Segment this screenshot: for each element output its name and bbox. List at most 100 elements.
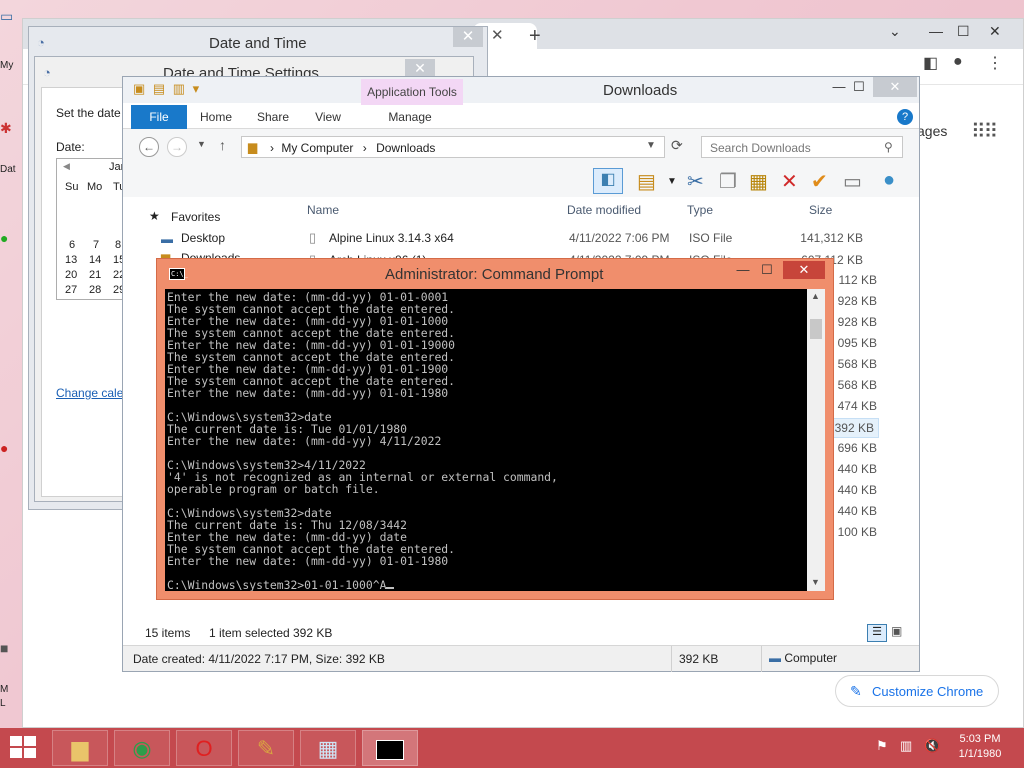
network-icon[interactable]: ▥: [900, 738, 912, 754]
scroll-thumb[interactable]: [810, 319, 822, 339]
application-tools-tab[interactable]: Application Tools: [361, 79, 463, 105]
change-calendar-settings-link[interactable]: Change cale: [56, 386, 123, 400]
tab-manage[interactable]: Manage: [383, 105, 437, 129]
profile-icon[interactable]: ●: [953, 53, 963, 71]
chevron-down-icon[interactable]: ▼: [667, 176, 677, 187]
file-details: Date created: 4/11/2022 7:17 PM, Size: 3…: [133, 652, 385, 666]
details-view-icon[interactable]: ☰: [867, 624, 887, 642]
breadcrumb-my-computer[interactable]: My Computer: [281, 141, 353, 155]
set-date-label: Set the date: [56, 106, 121, 120]
calendar-day[interactable]: 27: [65, 284, 77, 296]
computer-icon[interactable]: ▭: [0, 8, 22, 25]
menu-dots-icon[interactable]: ⋮: [987, 53, 1003, 73]
quick-access-toolbar[interactable]: ▣ ▤ ▥ ▾: [133, 81, 201, 97]
column-name[interactable]: Name: [307, 203, 339, 217]
minimize-button[interactable]: —: [731, 261, 755, 279]
calendar[interactable]: ◀ Jan Su Mo Tu 6 7 8 13 14 15 20 21 22 2…: [56, 158, 130, 300]
calendar-day[interactable]: 4: [93, 298, 99, 299]
window-title: Date and Time: [209, 35, 307, 52]
calendar-day[interactable]: 8: [115, 239, 121, 251]
calendar-day[interactable]: 6: [69, 239, 75, 251]
tab-file[interactable]: File: [131, 105, 187, 129]
calendar-day[interactable]: 3: [69, 298, 75, 299]
maximize-button[interactable]: ☐: [845, 77, 873, 97]
maximize-icon[interactable]: ☐: [957, 23, 970, 40]
chevron-left-icon[interactable]: ◀: [63, 161, 70, 172]
console-text: Enter the new date: (mm-dd-yy) 01-01-000…: [165, 289, 807, 591]
calendar-day[interactable]: 28: [89, 284, 101, 296]
paste-icon[interactable]: ▦: [749, 169, 768, 194]
desktop-icon-strip: ▭ My ✱ Dat ● ● ■ M L: [0, 0, 22, 728]
preview-pane-icon[interactable]: ◧: [593, 168, 623, 194]
properties-icon[interactable]: ▤: [637, 169, 656, 194]
customize-chrome-button[interactable]: ✎ Customize Chrome: [835, 675, 999, 707]
delete-icon[interactable]: ✕: [781, 169, 798, 194]
sidebar-icon[interactable]: ◧: [923, 53, 938, 73]
globe-icon[interactable]: ●: [883, 169, 895, 192]
breadcrumb-downloads[interactable]: Downloads: [376, 141, 435, 155]
new-tab-button[interactable]: +: [529, 25, 541, 48]
opera-taskbar-icon[interactable]: O: [176, 730, 232, 766]
refresh-icon[interactable]: ⟳: [671, 137, 683, 154]
large-icons-view-icon[interactable]: ▣: [891, 624, 902, 638]
flag-icon[interactable]: ⚑: [876, 738, 888, 754]
desktop-app-icon[interactable]: ✱: [0, 120, 22, 137]
tab-share[interactable]: Share: [251, 105, 295, 129]
date-time-taskbar-icon[interactable]: ▦: [300, 730, 356, 766]
forward-button[interactable]: →: [167, 137, 187, 157]
calendar-day[interactable]: 5: [115, 298, 121, 299]
clock[interactable]: 5:03 PM 1/1/1980: [950, 732, 1010, 762]
up-arrow-icon[interactable]: ↑: [219, 137, 226, 153]
calendar-day[interactable]: 7: [93, 239, 99, 251]
calendar-day[interactable]: 21: [89, 269, 101, 281]
volume-muted-icon[interactable]: 🔇: [924, 738, 940, 754]
tab-close-icon[interactable]: ✕: [491, 26, 504, 44]
checkmark-icon[interactable]: ✔: [811, 169, 828, 194]
scroll-down-icon[interactable]: ▼: [811, 577, 820, 587]
desktop-app-icon[interactable]: ■: [0, 640, 22, 656]
command-prompt-taskbar-icon[interactable]: [362, 730, 418, 766]
apps-grid-icon[interactable]: ⠿⠿: [971, 119, 998, 144]
recent-locations-icon[interactable]: ▼: [197, 139, 206, 149]
console-output[interactable]: Enter the new date: (mm-dd-yy) 01-01-000…: [165, 289, 807, 591]
chevron-down-icon[interactable]: ⌄: [889, 23, 901, 40]
nav-favorites[interactable]: Favorites: [171, 210, 220, 224]
paint-taskbar-icon[interactable]: ✎: [238, 730, 294, 766]
maximize-button[interactable]: ☐: [755, 261, 779, 279]
column-type[interactable]: Type: [687, 203, 713, 217]
column-date-modified[interactable]: Date modified: [567, 203, 641, 217]
calendar-day[interactable]: 14: [89, 254, 101, 266]
calendar-day[interactable]: 13: [65, 254, 77, 266]
close-button[interactable]: ✕: [873, 77, 917, 97]
file-row[interactable]: ▯ Alpine Linux 3.14.3 x64 4/11/2022 7:06…: [309, 227, 881, 249]
close-button[interactable]: ✕: [405, 59, 435, 77]
tab-home[interactable]: Home: [195, 105, 237, 129]
start-button[interactable]: [10, 736, 38, 760]
close-icon[interactable]: ✕: [989, 23, 1001, 40]
selected-size: 392 KB: [293, 626, 333, 640]
desktop-app-icon[interactable]: ●: [0, 230, 22, 246]
help-icon[interactable]: ?: [897, 109, 913, 125]
cut-icon[interactable]: ✂: [687, 169, 704, 194]
address-bar[interactable]: ▆ › My Computer › Downloads ▼: [241, 136, 665, 158]
copy-icon[interactable]: ❐: [719, 169, 737, 194]
desktop-app-icon[interactable]: ●: [0, 440, 22, 456]
column-size[interactable]: Size: [809, 203, 832, 217]
minimize-icon[interactable]: —: [929, 23, 943, 39]
search-input[interactable]: Search Downloads ⚲: [701, 136, 903, 158]
nav-desktop[interactable]: Desktop: [181, 231, 225, 245]
status-bar: 15 items 1 item selected 392 KB ☰ ▣: [123, 617, 919, 643]
back-button[interactable]: ←: [139, 137, 159, 157]
tab-view[interactable]: View: [309, 105, 347, 129]
taskbar: ▆ ◉ O ✎ ▦ ⚑ ▥ 🔇 5:03 PM 1/1/1980: [0, 728, 1024, 768]
calendar-day[interactable]: 20: [65, 269, 77, 281]
close-button[interactable]: ✕: [783, 261, 825, 279]
shortcut-label[interactable]: ages: [917, 123, 947, 139]
chrome-taskbar-icon[interactable]: ◉: [114, 730, 170, 766]
file-explorer-taskbar-icon[interactable]: ▆: [52, 730, 108, 766]
rename-icon[interactable]: ▭: [843, 169, 862, 194]
scrollbar[interactable]: ▲ ▼: [807, 289, 825, 591]
scroll-up-icon[interactable]: ▲: [811, 291, 820, 301]
chevron-down-icon[interactable]: ▼: [646, 140, 656, 151]
close-button[interactable]: ✕: [453, 27, 483, 47]
